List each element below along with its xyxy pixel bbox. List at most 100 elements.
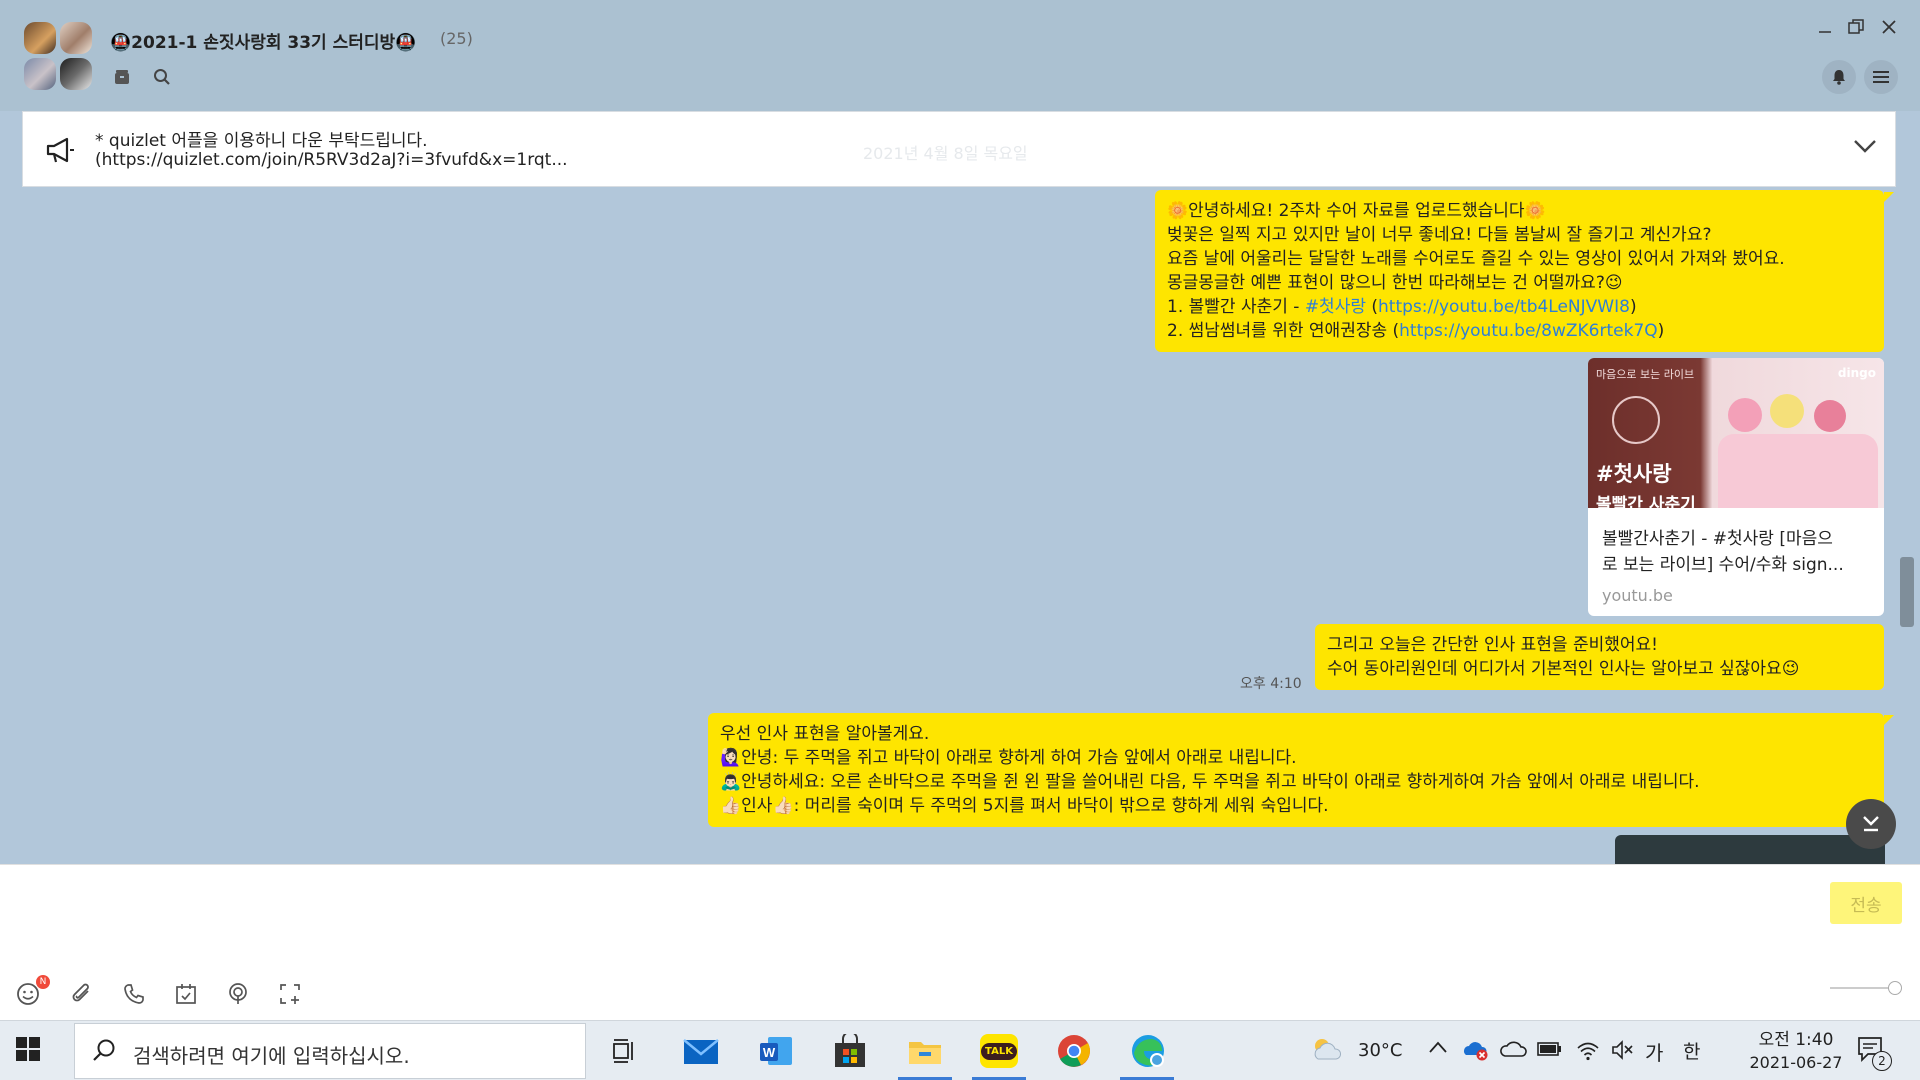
speaker-muted-icon[interactable] bbox=[1610, 1039, 1634, 1065]
message-input-area[interactable]: 전송 N bbox=[0, 864, 1920, 1020]
list-item-text: 1. 볼빨간 사춘기 - bbox=[1167, 297, 1305, 317]
search-icon[interactable] bbox=[150, 65, 174, 89]
battery-icon[interactable] bbox=[1536, 1039, 1562, 1063]
notification-count-badge: 2 bbox=[1872, 1051, 1892, 1071]
taskbar-search-box[interactable]: 검색하려면 여기에 입력하십시오. bbox=[74, 1023, 586, 1079]
ime-mode[interactable]: 한 bbox=[1683, 1037, 1700, 1064]
performer-3 bbox=[1814, 400, 1846, 432]
notice-line-1: * quizlet 어플을 이용하니 다운 부탁드립니다. bbox=[95, 131, 428, 151]
message-bubble[interactable]: 그리고 오늘은 간단한 인사 표현을 준비했어요! 수어 동아리원인데 어디가서… bbox=[1315, 624, 1884, 690]
clock-time[interactable]: 오전 1:40 bbox=[1744, 1025, 1848, 1050]
wifi-icon[interactable] bbox=[1576, 1039, 1600, 1065]
word-app-icon[interactable]: W bbox=[754, 1029, 798, 1073]
performers-body bbox=[1718, 434, 1878, 508]
mail-app-icon[interactable] bbox=[679, 1029, 723, 1073]
member-avatar-4 bbox=[60, 58, 92, 90]
paren-open: ( bbox=[1365, 297, 1379, 317]
performer-2 bbox=[1770, 394, 1804, 428]
message-list[interactable]: 🌼안녕하세요! 2주차 수어 자료를 업로드했습니다🌼 벚꽃은 일찍 지고 있지… bbox=[0, 187, 1920, 864]
thumbnail-subtitle: 볼빨간 사춘기 bbox=[1596, 495, 1696, 515]
chevron-down-icon[interactable] bbox=[1853, 138, 1877, 158]
chrome-app-icon[interactable] bbox=[1052, 1029, 1096, 1073]
drawer-icon[interactable] bbox=[110, 65, 134, 89]
performer-1 bbox=[1728, 398, 1762, 432]
message-line: 🌼안녕하세요! 2주차 수어 자료를 업로드했습니다🌼 bbox=[1167, 201, 1546, 221]
paren-close: ) bbox=[1657, 321, 1665, 341]
member-avatar-3 bbox=[24, 58, 56, 90]
message-line: 우선 인사 표현을 알아볼게요. bbox=[720, 724, 930, 744]
clock-date[interactable]: 2021-06-27 bbox=[1744, 1053, 1848, 1072]
member-count[interactable]: (25) bbox=[440, 29, 473, 48]
onedrive-error-icon[interactable] bbox=[1462, 1038, 1490, 1066]
svg-text:W: W bbox=[763, 1045, 776, 1060]
new-badge: N bbox=[36, 975, 50, 989]
message-line: 요즘 날에 어울리는 달달한 노래를 수어로도 즐길 수 있는 영상이 있어서 … bbox=[1167, 249, 1785, 269]
send-button[interactable]: 전송 bbox=[1830, 882, 1902, 924]
menu-icon[interactable] bbox=[1864, 60, 1898, 94]
live-talk-icon[interactable] bbox=[224, 980, 252, 1008]
card-domain: youtu.be bbox=[1602, 586, 1673, 605]
message-bubble[interactable]: 우선 인사 표현을 알아볼게요. 🙋🏻‍♀️안녕: 두 주먹을 쥐고 바닥이 아… bbox=[708, 713, 1884, 827]
message-line: 1. 볼빨간 사춘기 - #첫사랑 (https://youtu.be/tb4L… bbox=[1167, 295, 1872, 319]
opacity-slider-knob[interactable] bbox=[1888, 981, 1902, 995]
task-view-icon[interactable] bbox=[602, 1029, 646, 1073]
bubble-tail bbox=[1884, 192, 1894, 202]
bubble-tail bbox=[1884, 715, 1894, 725]
video-message-thumbnail[interactable] bbox=[1615, 835, 1885, 864]
chevron-up-icon[interactable] bbox=[1428, 1039, 1448, 1058]
pinned-notice[interactable]: 2021년 4월 8일 목요일 * quizlet 어플을 이용하니 다운 부탁… bbox=[22, 111, 1896, 187]
message-line: 그리고 오늘은 간단한 인사 표현을 준비했어요! bbox=[1327, 635, 1658, 655]
file-explorer-icon[interactable] bbox=[903, 1029, 947, 1073]
megaphone-icon bbox=[45, 136, 75, 168]
call-icon[interactable] bbox=[120, 980, 148, 1008]
thumbnail-corner-text: 마음으로 보는 라이브 bbox=[1596, 368, 1695, 381]
hand-logo-icon bbox=[1612, 396, 1660, 444]
message-line: 몽글몽글한 예쁜 표현이 많으니 한번 따라해보는 건 어떨까요?😉 bbox=[1167, 273, 1623, 293]
search-placeholder: 검색하려면 여기에 입력하십시오. bbox=[133, 1044, 410, 1068]
card-title-line-1: 볼빨간사춘기 - #첫사랑 [마음으 bbox=[1602, 529, 1833, 549]
windows-start-icon[interactable] bbox=[14, 1035, 44, 1065]
youtube-link[interactable]: https://youtu.be/tb4LeNJVWI8 bbox=[1378, 297, 1630, 317]
attachment-icon[interactable] bbox=[68, 980, 96, 1008]
notice-line-2: (https://quizlet.com/join/R5RV3d2aJ?i=3f… bbox=[95, 150, 568, 170]
restore-button[interactable] bbox=[1843, 14, 1869, 40]
scroll-to-bottom-button[interactable] bbox=[1846, 799, 1896, 849]
ime-language[interactable]: 가 bbox=[1645, 1037, 1663, 1066]
kakaotalk-logo: TALK bbox=[980, 1034, 1018, 1068]
chat-room-header: 🚇2021-1 손짓사랑회 33기 스터디방🚇 (25) bbox=[0, 0, 1920, 111]
notification-bell-icon[interactable] bbox=[1822, 60, 1856, 94]
weather-temperature[interactable]: 30°C bbox=[1358, 1040, 1402, 1061]
date-divider: 2021년 4월 8일 목요일 bbox=[863, 144, 1028, 163]
cloud-icon[interactable] bbox=[1500, 1039, 1528, 1063]
weather-cloud-icon[interactable] bbox=[1310, 1035, 1344, 1067]
group-avatar[interactable] bbox=[24, 22, 92, 90]
edge-app-icon[interactable] bbox=[1126, 1029, 1170, 1073]
member-avatar-1 bbox=[24, 22, 56, 54]
youtube-link[interactable]: https://youtu.be/8wZK6rtek7Q bbox=[1399, 321, 1657, 341]
hashtag-link[interactable]: #첫사랑 bbox=[1305, 297, 1366, 317]
video-thumbnail[interactable]: 마음으로 보는 라이브 #첫사랑 볼빨간 사춘기 dingo bbox=[1588, 358, 1884, 515]
thumbnail-title: #첫사랑 bbox=[1596, 462, 1672, 486]
link-preview-card[interactable]: 마음으로 보는 라이브 #첫사랑 볼빨간 사춘기 dingo 볼빨간사춘기 - … bbox=[1588, 358, 1884, 616]
message-bubble[interactable]: 🌼안녕하세요! 2주차 수어 자료를 업로드했습니다🌼 벚꽃은 일찍 지고 있지… bbox=[1155, 190, 1884, 352]
card-title-line-2: 로 보는 라이브] 수어/수화 sign... bbox=[1602, 555, 1844, 575]
search-icon bbox=[91, 1038, 117, 1068]
message-input[interactable] bbox=[14, 875, 1814, 965]
store-app-icon[interactable] bbox=[828, 1029, 872, 1073]
message-line: 🙋🏻‍♀️안녕: 두 주먹을 쥐고 바닥이 아래로 향하게 하여 가슴 앞에서 … bbox=[720, 748, 1297, 768]
message-line: 🙇🏻‍♂️안녕하세요: 오른 손바닥으로 주먹을 쥔 왼 팔을 쓸어내린 다음,… bbox=[720, 772, 1700, 792]
list-item-text: 2. 썸남썸녀를 위한 연애권장송 ( bbox=[1167, 321, 1400, 341]
dingo-logo: dingo bbox=[1837, 366, 1876, 380]
message-time: 오후 4:10 bbox=[1240, 676, 1302, 692]
capture-icon[interactable] bbox=[276, 980, 304, 1008]
minimize-button[interactable] bbox=[1812, 14, 1838, 40]
message-line: 벚꽃은 일찍 지고 있지만 날이 너무 좋네요! 다들 봄날씨 잘 즐기고 계신… bbox=[1167, 225, 1712, 245]
scrollbar-thumb[interactable] bbox=[1900, 557, 1914, 627]
kakaotalk-app-icon[interactable]: TALK bbox=[977, 1029, 1021, 1073]
windows-taskbar: 검색하려면 여기에 입력하십시오. W TALK 30°C 가 한 오전 1:4… bbox=[0, 1020, 1920, 1080]
calendar-icon[interactable] bbox=[172, 980, 200, 1008]
close-button[interactable] bbox=[1876, 14, 1902, 40]
chat-room-title: 🚇2021-1 손짓사랑회 33기 스터디방🚇 bbox=[110, 33, 417, 53]
kakaotalk-label: TALK bbox=[981, 1042, 1017, 1060]
message-line: 수어 동아리원인데 어디가서 기본적인 인사는 알아보고 싶잖아요😉 bbox=[1327, 659, 1800, 679]
